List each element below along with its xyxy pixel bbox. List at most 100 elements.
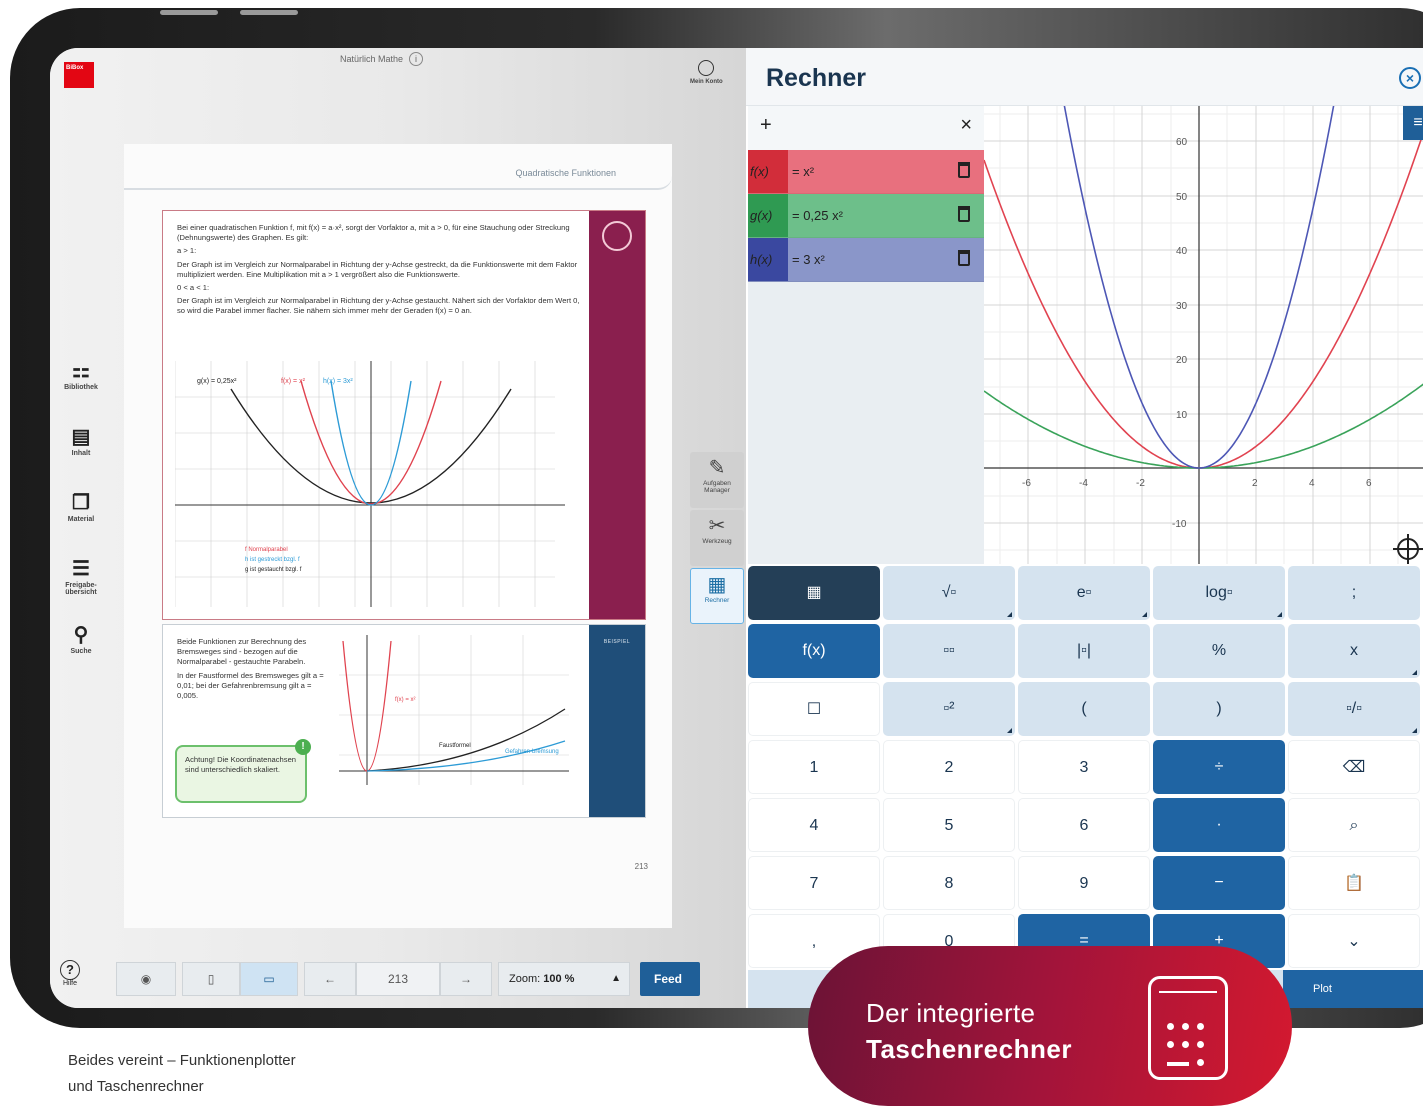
promo-badge: Der integrierte Taschenrechner	[808, 946, 1292, 1106]
nav-bibliothek[interactable]: ⚏ Bibliothek	[50, 358, 112, 424]
volume-button	[160, 10, 218, 15]
eye-icon: ◉	[140, 972, 152, 986]
double-page-button[interactable]: ▭	[240, 962, 298, 996]
library-icon: ⚏	[72, 360, 90, 382]
variable-x-key[interactable]: x	[1288, 624, 1420, 678]
zoom-select[interactable]: Zoom: 100 % ▲	[498, 962, 630, 996]
nav-suche[interactable]: ⚲ Suche	[50, 622, 112, 688]
open-paren-key[interactable]: (	[1018, 682, 1150, 736]
divide-key[interactable]: ÷	[1153, 740, 1285, 794]
task-manager-button[interactable]: ✎ Aufgaben Manager	[690, 452, 744, 508]
square-key[interactable]: ▫²	[883, 682, 1015, 736]
next-page-button[interactable]: →	[440, 962, 492, 996]
nav-inhalt[interactable]: ▤ Inhalt	[50, 424, 112, 490]
semicolon-key[interactable]: ;	[1288, 566, 1420, 620]
nav-label: Material	[67, 516, 95, 523]
fig2-label: Faustformel	[439, 743, 471, 749]
exp-key[interactable]: e▫	[1018, 566, 1150, 620]
close-paren-key[interactable]: )	[1153, 682, 1285, 736]
single-page-button[interactable]: ▯	[182, 962, 240, 996]
feedback-button[interactable]: Feed	[640, 962, 700, 996]
help-button[interactable]: ? Hilfe	[60, 960, 80, 987]
function-row[interactable]: f(x) = x²	[748, 150, 984, 194]
power-key[interactable]: ▫▫	[883, 624, 1015, 678]
sqrt-key[interactable]: √▫	[883, 566, 1015, 620]
clear-input-button[interactable]: ×	[960, 114, 972, 137]
example-band: BEISPIEL	[589, 625, 645, 817]
keypad-mode-button[interactable]: ▦	[748, 566, 880, 620]
image-caption: Beides vereint – Funktionenplotter und T…	[68, 1048, 408, 1100]
digit-5-key[interactable]: 5	[883, 798, 1015, 852]
digit-2-key[interactable]: 2	[883, 740, 1015, 794]
nav-freigabe[interactable]: ☰ Freigabe-übersicht	[50, 556, 112, 622]
bookmark-key[interactable]: ☐	[748, 682, 880, 736]
tool-label: Werkzeug	[702, 538, 732, 545]
algebra-view: + × f(x) = x² g(x) = 0,25 x² h(x) = 3 x²	[748, 106, 984, 564]
theory-band	[589, 211, 645, 619]
algebra-toolbar: + ×	[748, 106, 984, 150]
caption-line-2: und Taschenrechner	[68, 1078, 204, 1095]
y-tick-label: 40	[1176, 246, 1188, 257]
brain-icon	[602, 221, 632, 251]
function-plot[interactable]: -6 -4 -2 2 4 6 60 50 40 30 20 10 -10	[983, 48, 1423, 564]
book-title: Natürlich Mathe	[340, 54, 404, 64]
function-name: f(x)	[748, 150, 788, 193]
fig2-label: f(x) = x²	[395, 697, 416, 703]
example-text: Beide Funktionen zur Berechnung des Brem…	[177, 637, 327, 705]
abs-key[interactable]: |▫|	[1018, 624, 1150, 678]
digit-7-key[interactable]: 7	[748, 856, 880, 910]
tools-button[interactable]: ✂ Werkzeug	[690, 510, 744, 566]
trash-icon[interactable]	[958, 206, 970, 222]
plot-button[interactable]: Plot	[1283, 970, 1423, 1008]
y-tick-label: 50	[1176, 192, 1188, 203]
fig-label-f: f(x) = x²	[281, 378, 306, 385]
calculator-icon: ▦	[707, 574, 727, 596]
function-expression[interactable]: = 0,25 x²	[792, 194, 843, 238]
tool-label: Rechner	[704, 597, 730, 604]
clipboard-key[interactable]: 📋	[1288, 856, 1420, 910]
digit-1-key[interactable]: 1	[748, 740, 880, 794]
x-tick-label: -4	[1079, 478, 1088, 489]
previous-page-button[interactable]: ←	[304, 962, 356, 996]
bottom-toolbar: ◉ ▯ ▭ ← 213 → Zoom: 100 % ▲ Feed	[112, 954, 746, 1004]
x-tick-label: -6	[1022, 478, 1031, 489]
digit-3-key[interactable]: 3	[1018, 740, 1150, 794]
trash-icon[interactable]	[958, 250, 970, 266]
backspace-key[interactable]: ⌫	[1288, 740, 1420, 794]
close-icon[interactable]: ×	[1399, 67, 1421, 89]
account-button[interactable]: Mein Konto	[690, 60, 723, 85]
view-toggle-button[interactable]: ◉	[116, 962, 176, 996]
function-row[interactable]: h(x) = 3 x²	[748, 238, 984, 282]
info-icon[interactable]: i	[409, 52, 424, 66]
percent-key[interactable]: %	[1153, 624, 1285, 678]
minus-key[interactable]: −	[1153, 856, 1285, 910]
theory-box: Bei einer quadratischen Funktion f, mit …	[162, 210, 646, 620]
crosshair-icon[interactable]	[1393, 534, 1423, 564]
calculator-keypad: ▦ √▫ e▫ log▫ ; f(x) ▫▫ |▫| % x ☐ ▫² ( ) …	[748, 564, 1423, 1008]
digit-9-key[interactable]: 9	[1018, 856, 1150, 910]
calculator-button[interactable]: ▦ Rechner	[690, 568, 744, 624]
side-navigation: ⚏ Bibliothek ▤ Inhalt ❐ Material ☰ Freig…	[50, 358, 112, 688]
digit-4-key[interactable]: 4	[748, 798, 880, 852]
task-manager-icon: ✎	[708, 457, 726, 479]
graph-view[interactable]: -6 -4 -2 2 4 6 60 50 40 30 20 10 -10 ≡	[983, 48, 1423, 564]
x-tick-label: -2	[1136, 478, 1145, 489]
function-expression[interactable]: = 3 x²	[792, 238, 825, 282]
menu-icon[interactable]: ≡	[1403, 106, 1423, 140]
fraction-key[interactable]: ▫/▫	[1288, 682, 1420, 736]
nav-material[interactable]: ❐ Material	[50, 490, 112, 556]
trash-icon[interactable]	[958, 162, 970, 178]
function-key[interactable]: f(x)	[748, 624, 880, 678]
digit-6-key[interactable]: 6	[1018, 798, 1150, 852]
function-row[interactable]: g(x) = 0,25 x²	[748, 194, 984, 238]
add-function-button[interactable]: +	[760, 114, 772, 137]
function-expression[interactable]: = x²	[792, 150, 814, 194]
digit-8-key[interactable]: 8	[883, 856, 1015, 910]
collapse-key[interactable]: ⌄	[1288, 914, 1420, 968]
log-key[interactable]: log▫	[1153, 566, 1285, 620]
multiply-key[interactable]: ·	[1153, 798, 1285, 852]
calculator-icon	[1148, 976, 1228, 1080]
search-key[interactable]: ⌕	[1288, 798, 1420, 852]
bibox-logo[interactable]: BiBox	[64, 62, 94, 88]
page-input[interactable]: 213	[356, 962, 440, 996]
